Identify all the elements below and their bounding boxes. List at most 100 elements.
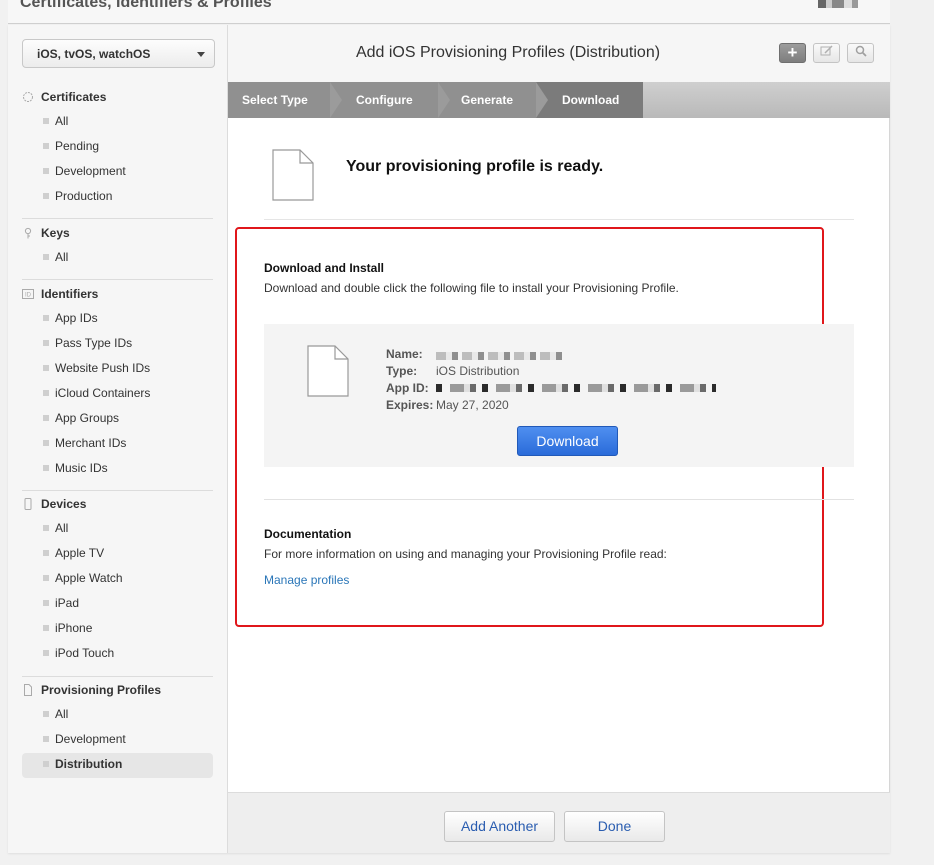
download-install-description: Download and double click the following … <box>264 281 679 295</box>
sidebar-section-title: Identifiers <box>41 287 99 301</box>
step-chevron-icon <box>536 82 548 118</box>
sidebar-divider <box>22 218 213 219</box>
sidebar-divider <box>22 490 213 491</box>
search-button[interactable] <box>847 43 874 63</box>
sidebar-item-certificates-all[interactable]: All <box>22 110 213 135</box>
sidebar-item-app-ids[interactable]: App IDs <box>22 307 213 332</box>
sidebar-item-label: Apple Watch <box>55 571 123 585</box>
bullet-icon <box>43 168 49 174</box>
user-avatar-redacted[interactable] <box>818 0 868 8</box>
add-another-button[interactable]: Add Another <box>444 811 555 842</box>
bullet-icon <box>43 365 49 371</box>
sidebar-item-label: iCloud Containers <box>55 386 151 400</box>
sidebar-divider <box>22 279 213 280</box>
profile-card: Name: Type: iOS Distribution App ID: Exp… <box>264 324 854 467</box>
sidebar-item-profiles-development[interactable]: Development <box>22 728 213 753</box>
sidebar-item-keys-all[interactable]: All <box>22 246 213 271</box>
sidebar-item-icloud-containers[interactable]: iCloud Containers <box>22 382 213 407</box>
ready-message: Your provisioning profile is ready. <box>346 158 604 175</box>
bullet-icon <box>43 193 49 199</box>
wizard-steps: Select Type Configure Generate Download <box>228 82 890 118</box>
sidebar-item-label: Development <box>55 164 126 178</box>
svg-text:ID: ID <box>25 293 32 299</box>
search-icon <box>855 45 867 60</box>
bullet-icon <box>43 465 49 471</box>
sidebar-item-certificates-pending[interactable]: Pending <box>22 135 213 160</box>
sidebar-item-profiles-all[interactable]: All <box>22 703 213 728</box>
download-install-title: Download and Install <box>264 261 385 275</box>
app-id-label: App ID: <box>386 381 429 395</box>
bullet-icon <box>43 315 49 321</box>
step-chevron-icon <box>438 82 450 118</box>
manage-profiles-link[interactable]: Manage profiles <box>264 573 349 587</box>
sidebar-item-devices-all[interactable]: All <box>22 517 213 542</box>
sidebar-divider <box>22 676 213 677</box>
bullet-icon <box>43 525 49 531</box>
divider <box>264 499 854 500</box>
sidebar-item-apple-tv[interactable]: Apple TV <box>22 542 213 567</box>
download-button[interactable]: Download <box>517 426 618 456</box>
platform-select-value: iOS, tvOS, watchOS <box>37 47 151 61</box>
sidebar-item-pass-type-ids[interactable]: Pass Type IDs <box>22 332 213 357</box>
sidebar-item-certificates-development[interactable]: Development <box>22 160 213 185</box>
sidebar-item-profiles-distribution[interactable]: Distribution <box>22 753 213 778</box>
sidebar-item-ipod-touch[interactable]: iPod Touch <box>22 642 213 667</box>
bullet-icon <box>43 625 49 631</box>
expires-label: Expires: <box>386 398 434 412</box>
sidebar-item-label: All <box>55 114 69 128</box>
main-header: Add iOS Provisioning Profiles (Distribut… <box>228 25 890 82</box>
sidebar-item-website-push-ids[interactable]: Website Push IDs <box>22 357 213 382</box>
add-button[interactable]: + <box>779 43 806 63</box>
sidebar-section-header[interactable]: ID Identifiers <box>22 287 213 307</box>
sidebar-item-label: iPhone <box>55 621 93 635</box>
sidebar-item-music-ids[interactable]: Music IDs <box>22 457 213 482</box>
sidebar-item-merchant-ids[interactable]: Merchant IDs <box>22 432 213 457</box>
pencil-icon <box>820 45 834 60</box>
app-window: iOS, tvOS, watchOS Certificates All Pend… <box>8 25 890 853</box>
sidebar-section-title: Provisioning Profiles <box>41 683 162 697</box>
documentation-title: Documentation <box>264 527 352 541</box>
step-chevron-icon <box>330 82 342 118</box>
sidebar-item-app-groups[interactable]: App Groups <box>22 407 213 432</box>
bullet-icon <box>43 575 49 581</box>
step-configure: Configure <box>330 82 438 118</box>
sidebar-item-apple-watch[interactable]: Apple Watch <box>22 567 213 592</box>
sidebar-item-label: Merchant IDs <box>55 436 127 450</box>
expires-value: May 27, 2020 <box>436 398 509 412</box>
edit-button[interactable] <box>813 43 840 63</box>
sidebar-section-header[interactable]: Provisioning Profiles <box>22 683 213 703</box>
bullet-icon <box>43 415 49 421</box>
sidebar-item-label: All <box>55 250 69 264</box>
sidebar-section-header[interactable]: Devices <box>22 497 213 517</box>
bullet-icon <box>43 254 49 260</box>
main-panel: Add iOS Provisioning Profiles (Distribut… <box>228 25 890 853</box>
sidebar-item-label: App Groups <box>55 411 120 425</box>
bullet-icon <box>43 118 49 124</box>
sidebar-item-label: All <box>55 707 69 721</box>
sidebar-section-devices: Devices All Apple TV Apple Watch iPad iP… <box>22 497 213 667</box>
sidebar-section-header[interactable]: Keys <box>22 226 213 246</box>
done-button[interactable]: Done <box>564 811 665 842</box>
sidebar-item-iphone[interactable]: iPhone <box>22 617 213 642</box>
bullet-icon <box>43 711 49 717</box>
sidebar-item-label: App IDs <box>55 311 98 325</box>
sidebar-item-certificates-production[interactable]: Production <box>22 185 213 210</box>
bullet-icon <box>43 550 49 556</box>
sidebar-item-label: iPod Touch <box>55 646 115 660</box>
documentation-description: For more information on using and managi… <box>264 547 667 561</box>
bullet-icon <box>43 736 49 742</box>
bullet-icon <box>43 440 49 446</box>
sidebar-section-certificates: Certificates All Pending Development Pro… <box>22 90 213 210</box>
type-value: iOS Distribution <box>436 364 520 378</box>
id-icon: ID <box>22 288 34 300</box>
name-label: Name: <box>386 347 423 361</box>
sidebar-item-label: Apple TV <box>55 546 105 560</box>
sidebar-item-ipad[interactable]: iPad <box>22 592 213 617</box>
sidebar-section-title: Certificates <box>41 90 107 104</box>
sidebar-section-header[interactable]: Certificates <box>22 90 213 110</box>
platform-select[interactable]: iOS, tvOS, watchOS <box>22 39 215 68</box>
sidebar-section-title: Keys <box>41 226 70 240</box>
sidebar-section-title: Devices <box>41 497 87 511</box>
sidebar-item-label: Pass Type IDs <box>55 336 133 350</box>
step-generate: Generate <box>438 82 536 118</box>
